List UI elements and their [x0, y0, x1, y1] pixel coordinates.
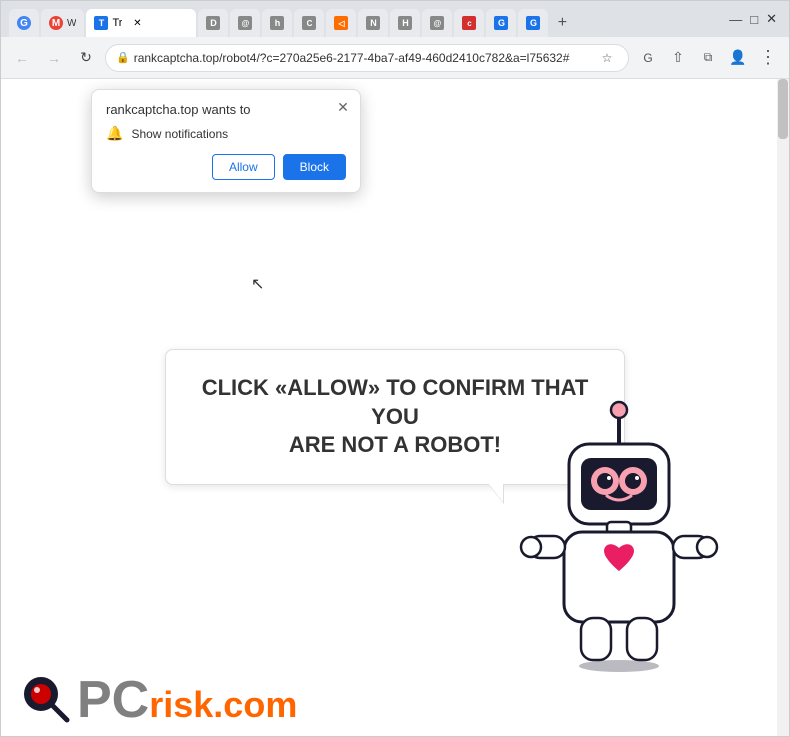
browser-actions: G ⇧ ⧉ 👤 ⋮ [635, 45, 781, 71]
favicon-active: T [94, 16, 108, 30]
url-actions: ☆ [596, 47, 618, 69]
tab-gb1[interactable]: G [486, 9, 516, 37]
popup-buttons: Allow Block [106, 154, 346, 180]
favicon-cr: c [462, 16, 476, 30]
tab-active-close[interactable]: ✕ [130, 16, 144, 30]
tab-gb2[interactable]: G [518, 9, 548, 37]
forward-button[interactable]: → [41, 45, 67, 71]
favicon-c: C [302, 16, 316, 30]
tab-mw-label: W [67, 18, 76, 29]
tab-cr[interactable]: c [454, 9, 484, 37]
tabs-area: G M W T Tr ✕ D @ h C ◁ [1, 1, 717, 37]
block-button[interactable]: Block [283, 154, 346, 180]
cursor-indicator: ↖ [251, 274, 264, 294]
favicon-tri: ◁ [334, 16, 348, 30]
tab-active[interactable]: T Tr ✕ [86, 9, 196, 37]
favicon-gb2: G [526, 16, 540, 30]
tab-d[interactable]: D [198, 9, 228, 37]
tab-tri[interactable]: ◁ [326, 9, 356, 37]
tab-google[interactable]: G [9, 9, 39, 37]
extension-google-icon[interactable]: G [635, 45, 661, 71]
share-icon[interactable]: ⇧ [665, 45, 691, 71]
favicon-h: h [270, 16, 284, 30]
maximize-button[interactable]: □ [750, 12, 758, 27]
scrollbar[interactable] [777, 79, 789, 736]
url-text: rankcaptcha.top/robot4/?c=270a25e6-2177-… [134, 51, 592, 65]
popup-close-button[interactable]: ✕ [334, 98, 352, 116]
favicon-at2: @ [430, 16, 444, 30]
back-button[interactable]: ← [9, 45, 35, 71]
bell-icon: 🔔 [106, 125, 123, 142]
chrome-extensions-icon[interactable]: ⧉ [695, 45, 721, 71]
popup-notification-text: Show notifications [131, 127, 228, 141]
address-bar: ← → ↻ 🔒 rankcaptcha.top/robot4/?c=270a25… [1, 37, 789, 79]
tab-active-label: Tr [112, 17, 122, 29]
favicon-d: D [206, 16, 220, 30]
tab-n[interactable]: N [358, 9, 388, 37]
new-tab-button[interactable]: + [550, 11, 574, 35]
pc-text: PC [77, 674, 149, 726]
notification-popup: ✕ rankcaptcha.top wants to 🔔 Show notifi… [91, 89, 361, 193]
refresh-button[interactable]: ↻ [73, 45, 99, 71]
tab-at2[interactable]: @ [422, 9, 452, 37]
url-bar[interactable]: 🔒 rankcaptcha.top/robot4/?c=270a25e6-217… [105, 44, 629, 72]
bookmark-icon[interactable]: ☆ [596, 47, 618, 69]
pcrisk-icon [21, 674, 73, 726]
profile-icon[interactable]: 👤 [725, 45, 751, 71]
tab-c[interactable]: C [294, 9, 324, 37]
browser-window: G M W T Tr ✕ D @ h C ◁ [0, 0, 790, 737]
tab-h3[interactable]: H [390, 9, 420, 37]
tab-mw[interactable]: M W [41, 9, 84, 37]
close-button[interactable]: ✕ [766, 11, 777, 27]
chrome-top-bar: G M W T Tr ✕ D @ h C ◁ [1, 1, 789, 37]
popup-title: rankcaptcha.top wants to [106, 102, 346, 117]
scrollbar-thumb[interactable] [778, 79, 788, 139]
allow-button[interactable]: Allow [212, 154, 275, 180]
favicon-g: G [17, 16, 31, 30]
tab-h[interactable]: h [262, 9, 292, 37]
favicon-n: N [366, 16, 380, 30]
page-content: ✕ rankcaptcha.top wants to 🔔 Show notifi… [1, 79, 789, 736]
risk-text: risk.com [149, 687, 297, 723]
robot-illustration [509, 396, 729, 676]
minimize-button[interactable]: — [729, 12, 742, 27]
pcrisk-logo: PCrisk.com [21, 674, 297, 726]
menu-icon[interactable]: ⋮ [755, 45, 781, 71]
popup-notification-row: 🔔 Show notifications [106, 125, 346, 142]
favicon-h3: H [398, 16, 412, 30]
tab-at[interactable]: @ [230, 9, 260, 37]
main-text-line2: ARE NOT A ROBOT! [289, 432, 501, 457]
pcrisk-text: PCrisk.com [77, 674, 297, 726]
favicon-gb1: G [494, 16, 508, 30]
favicon-at: @ [238, 16, 252, 30]
lock-icon: 🔒 [116, 51, 130, 64]
window-controls: — □ ✕ [717, 1, 789, 37]
favicon-m: M [49, 16, 63, 30]
robot-svg [509, 396, 729, 676]
